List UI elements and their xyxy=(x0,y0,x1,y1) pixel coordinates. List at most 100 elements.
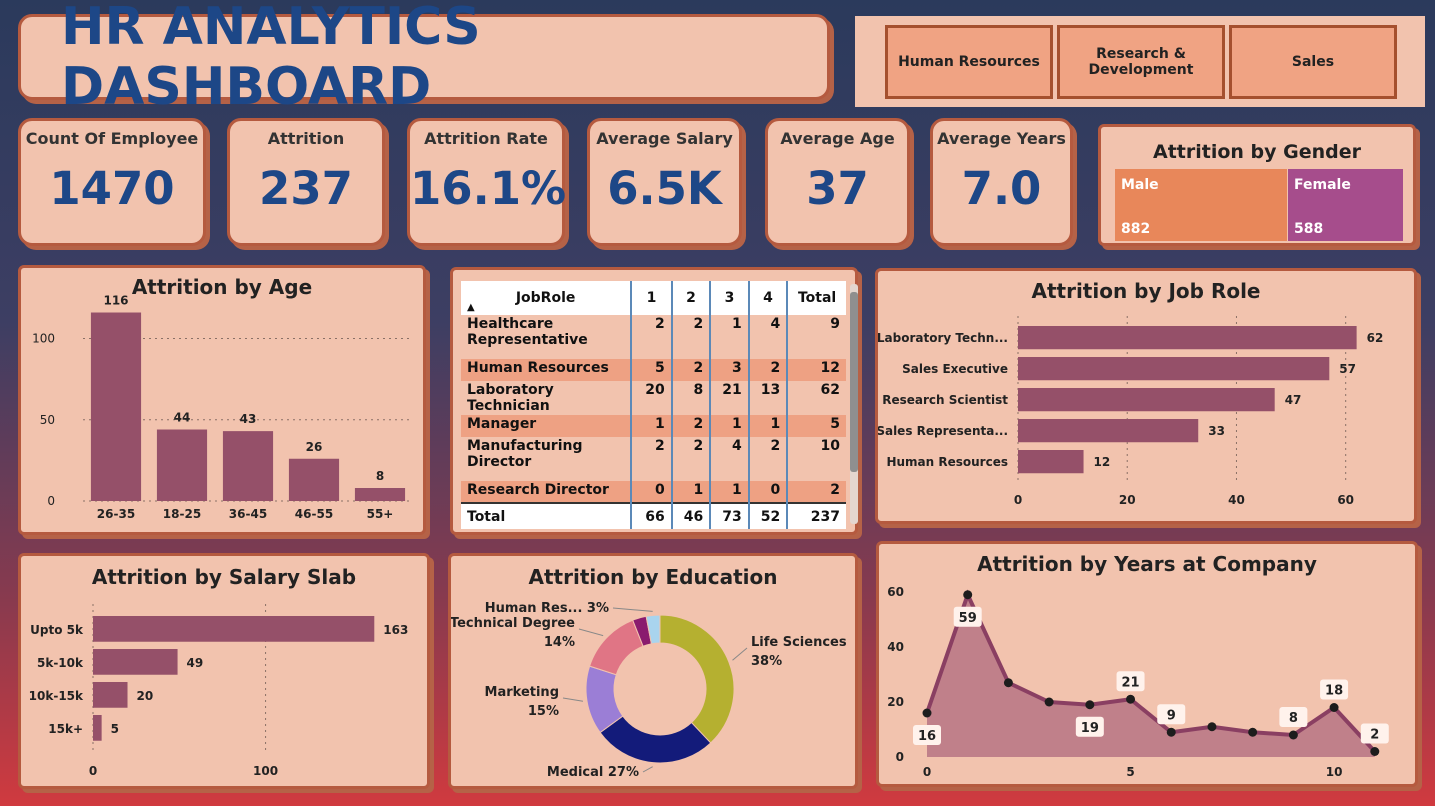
job-role-table: JobRole ▲ 1 2 3 4 Total Healthcare Repres… xyxy=(461,281,846,503)
leader-line xyxy=(732,647,748,661)
education-slice xyxy=(588,619,644,676)
kpi-label: Count Of Employee xyxy=(25,129,199,148)
slicer-sales-button[interactable]: Sales xyxy=(1229,25,1397,99)
column-header-3[interactable]: 3 xyxy=(710,281,750,315)
data-label: 5 xyxy=(111,722,119,736)
sort-ascending-icon: ▲ xyxy=(467,302,475,313)
department-slicer: Human Resources Research & Development S… xyxy=(855,16,1425,107)
table-cell: 1 xyxy=(710,315,750,359)
kpi-value: 7.0 xyxy=(961,162,1042,215)
table-cell-jobrole: Manager xyxy=(461,415,633,437)
x-tick-label: 0 xyxy=(1014,493,1022,507)
kpi-attrition: Attrition 237 xyxy=(227,118,385,246)
gender-male-label: Male xyxy=(1121,177,1159,193)
data-label: 59 xyxy=(959,611,977,626)
data-label: 43 xyxy=(240,412,257,426)
title-panel: HR ANALYTICS DASHBOARD xyxy=(18,0,830,117)
column-header-total[interactable]: Total xyxy=(787,281,846,315)
age-bar xyxy=(90,312,142,501)
table-cell: 3 xyxy=(710,359,750,381)
column-header-jobrole[interactable]: JobRole ▲ xyxy=(461,281,633,315)
gender-male-tile[interactable]: Male 882 xyxy=(1115,169,1287,241)
y-tick-label: 60 xyxy=(887,585,904,599)
table-cell: 20 xyxy=(631,381,673,415)
kpi-average-age: Average Age 37 xyxy=(765,118,910,246)
data-point xyxy=(922,708,932,718)
table-row: Manager 1 2 1 1 5 xyxy=(461,415,846,437)
data-label: 47 xyxy=(1285,393,1302,407)
area-fill xyxy=(927,594,1375,757)
kpi-value: 37 xyxy=(806,162,869,215)
data-label: 20 xyxy=(137,689,154,703)
table-total-row: Total 66 46 73 52 237 xyxy=(461,502,846,529)
gender-female-label: Female xyxy=(1294,177,1351,193)
salary-bar xyxy=(93,682,128,708)
attrition-by-gender-panel: Attrition by Gender Male 882 Female 588 xyxy=(1098,124,1416,246)
table-cell: 2 xyxy=(748,359,789,381)
table-cell: 21 xyxy=(710,381,750,415)
table-header-row: JobRole ▲ 1 2 3 4 Total xyxy=(461,281,846,315)
data-label: 57 xyxy=(1339,362,1356,376)
y-tick-label: 40 xyxy=(887,640,904,654)
table-row: Research Director 0 1 1 0 2 xyxy=(461,481,846,503)
column-header-1[interactable]: 1 xyxy=(631,281,673,315)
column-header-4[interactable]: 4 xyxy=(748,281,789,315)
data-point xyxy=(1166,727,1176,737)
data-label: 26 xyxy=(306,440,323,454)
x-tick-label: 0 xyxy=(89,764,97,778)
table-scrollbar[interactable] xyxy=(850,284,858,524)
data-point xyxy=(1329,703,1339,712)
slicer-human-resources-button[interactable]: Human Resources xyxy=(885,25,1053,99)
table-cell: 2 xyxy=(671,315,712,359)
gender-female-tile[interactable]: Female 588 xyxy=(1288,169,1403,241)
table-cell-jobrole: Manufacturing Director xyxy=(461,437,633,481)
table-cell: 2 xyxy=(671,437,712,481)
data-label: 116 xyxy=(103,294,128,308)
kpi-value: 6.5K xyxy=(607,162,722,215)
gender-chart-title: Attrition by Gender xyxy=(1152,141,1361,163)
table-total-cell: 52 xyxy=(748,502,789,529)
table-row: Healthcare Representative 2 2 1 4 9 xyxy=(461,315,846,359)
kpi-value: 1470 xyxy=(49,162,175,215)
data-point xyxy=(1207,722,1217,732)
attrition-by-age-panel: Attrition by Age 0 50 100 116 26-35 44 18-25 43… xyxy=(18,265,426,535)
y-tick-label: Research Scientist xyxy=(882,393,1008,407)
kpi-value: 16.1% xyxy=(410,162,567,215)
data-point xyxy=(1044,697,1054,707)
x-tick-label: 26-35 xyxy=(97,507,135,521)
slice-label: Technical Degree xyxy=(451,616,575,631)
table-cell-jobrole: Research Director xyxy=(461,481,633,503)
table-cell-jobrole: Healthcare Representative xyxy=(461,315,633,359)
table-cell: 5 xyxy=(631,359,673,381)
slicer-research-development-button[interactable]: Research & Development xyxy=(1057,25,1225,99)
table-cell-total: 62 xyxy=(820,382,840,398)
data-label: 16 xyxy=(918,729,936,744)
data-label: 49 xyxy=(187,656,204,670)
age-bar xyxy=(288,458,340,501)
years-area-chart: 0 20 40 60 0 5 10 16 59 19 21 9 8 18 2 xyxy=(887,585,1389,779)
table-total-cell: 73 xyxy=(710,502,750,529)
x-tick-label: 60 xyxy=(1337,493,1354,507)
slice-label: Marketing xyxy=(485,685,559,700)
salary-bar xyxy=(93,616,375,642)
leader-line xyxy=(642,766,653,773)
table-total-cell: 46 xyxy=(671,502,712,529)
attrition-by-education-panel: Attrition by Education Life Sciences 38% M… xyxy=(448,553,858,789)
table-cell: 2 xyxy=(631,437,673,481)
table-total-cell: 66 xyxy=(631,502,673,529)
slice-percent: 38% xyxy=(751,654,782,669)
table-cell: 1 xyxy=(748,415,789,437)
data-point xyxy=(1370,747,1380,756)
age-bar-chart: 0 50 100 116 26-35 44 18-25 43 36-45 26 46-55 8 55+ xyxy=(32,294,413,521)
kpi-label: Attrition Rate xyxy=(424,129,548,148)
table-scrollbar-thumb[interactable] xyxy=(850,292,858,472)
data-label: 9 xyxy=(1167,708,1176,723)
job-role-table-container[interactable]: JobRole ▲ 1 2 3 4 Total Healthcare Repres… xyxy=(461,281,846,529)
data-point xyxy=(1288,730,1298,740)
table-row: Manufacturing Director 2 2 4 2 10 xyxy=(461,437,846,481)
table-cell-jobrole: Laboratory Technician xyxy=(461,381,633,415)
age-bar xyxy=(222,431,274,501)
table-cell: 2 xyxy=(671,359,712,381)
data-point xyxy=(1003,678,1013,688)
column-header-2[interactable]: 2 xyxy=(671,281,712,315)
